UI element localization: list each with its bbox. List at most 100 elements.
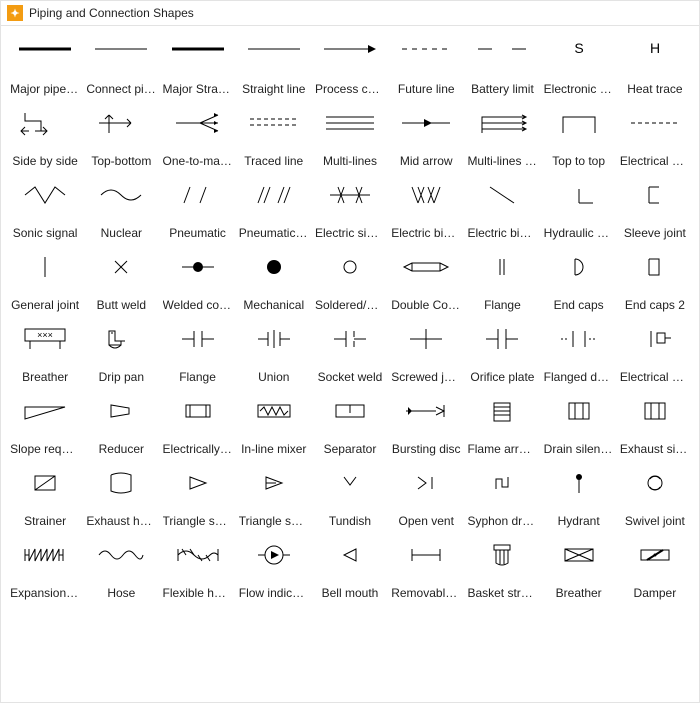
shape-swivel-joint[interactable]: Swivel joint	[617, 462, 693, 534]
top-to-top-icon	[549, 106, 609, 140]
shape-strainer[interactable]: Strainer	[7, 462, 83, 534]
shape-side-by-side[interactable]: Side by side	[7, 102, 83, 174]
shape-syphon-drain[interactable]: Syphon drain	[464, 462, 540, 534]
shape-flexible-hose[interactable]: Flexible hose	[159, 534, 235, 606]
shape-end-caps[interactable]: End caps	[541, 246, 617, 318]
shape-removable[interactable]: Removable spool	[388, 534, 464, 606]
shape-traced-line[interactable]: Traced line	[236, 102, 312, 174]
shape-screwed[interactable]: Screwed joint	[388, 318, 464, 390]
shape-top-bottom[interactable]: Top-bottom	[83, 102, 159, 174]
shape-bell-mouth[interactable]: Bell mouth	[312, 534, 388, 606]
traced-line-icon	[244, 106, 304, 140]
shape-triangle-sep[interactable]: Triangle separator	[159, 462, 235, 534]
shape-pneumatic[interactable]: Pneumatic	[159, 174, 235, 246]
shape-electric-binary2[interactable]: Electric binary 2	[464, 174, 540, 246]
shape-flame-arrester[interactable]: Flame arrester	[464, 390, 540, 462]
shape-one-to-many[interactable]: One-to-many	[159, 102, 235, 174]
shape-flow-indicator[interactable]: Flow indicator	[236, 534, 312, 606]
shape-exhaust-head[interactable]: Exhaust head	[83, 462, 159, 534]
general-joint-icon	[15, 250, 75, 284]
shape-reducer[interactable]: Reducer	[83, 390, 159, 462]
shape-basket-strainer[interactable]: Basket strainer	[464, 534, 540, 606]
shape-sleeve-joint[interactable]: Sleeve joint	[617, 174, 693, 246]
shape-mechanical[interactable]: Mechanical	[236, 246, 312, 318]
in-line-mixer-icon	[244, 394, 304, 428]
multi-lines-arrow-icon	[472, 106, 532, 140]
shape-multi-lines-arrow[interactable]: Multi-lines arrow	[464, 102, 540, 174]
shape-end-caps-2[interactable]: End caps 2	[617, 246, 693, 318]
welded-conn-icon	[168, 250, 228, 284]
shape-label: Flame arrester	[467, 442, 537, 456]
battery-limit-icon	[472, 34, 532, 68]
shape-process-connection[interactable]: Process connection	[312, 30, 388, 102]
shape-damper[interactable]: Damper	[617, 534, 693, 606]
shape-electrically[interactable]: Electrically insulated	[159, 390, 235, 462]
shape-flange[interactable]: Flange	[464, 246, 540, 318]
mid-arrow-icon	[396, 106, 456, 140]
shape-general-joint[interactable]: General joint	[7, 246, 83, 318]
shape-expansion[interactable]: Expansion joint	[7, 534, 83, 606]
shape-hydraulic[interactable]: Hydraulic signal	[541, 174, 617, 246]
shape-future-line[interactable]: Future line	[388, 30, 464, 102]
shape-drip-pan[interactable]: Drip pan	[83, 318, 159, 390]
end-caps-icon	[549, 250, 609, 284]
shape-bursting[interactable]: Bursting disc	[388, 390, 464, 462]
shape-flanged-dummy[interactable]: Flanged dummy	[541, 318, 617, 390]
shape-mid-arrow[interactable]: Mid arrow	[388, 102, 464, 174]
shape-electric-binary[interactable]: Electric binary	[388, 174, 464, 246]
shape-union[interactable]: Union	[236, 318, 312, 390]
electric-signal-icon	[320, 178, 380, 212]
shape-label: Mechanical	[239, 298, 309, 312]
expansion-icon	[15, 538, 75, 572]
shape-heat-trace[interactable]: HHeat trace	[617, 30, 693, 102]
shape-hydrant[interactable]: Hydrant	[541, 462, 617, 534]
shape-label: Breather	[544, 586, 614, 600]
shape-label: Flange	[163, 370, 233, 384]
shape-in-line-mixer[interactable]: In-line mixer	[236, 390, 312, 462]
sleeve-joint-icon	[625, 178, 685, 212]
shape-label: Mid arrow	[391, 154, 461, 168]
shape-label: Heat trace	[620, 82, 690, 96]
shape-electrical-connect[interactable]: Electrical connection	[617, 102, 693, 174]
shape-triangle-sep2[interactable]: Triangle separator 2	[236, 462, 312, 534]
shape-butt-weld[interactable]: Butt weld	[83, 246, 159, 318]
shape-tundish[interactable]: Tundish	[312, 462, 388, 534]
shape-electrical-bonded[interactable]: Electrical bonded	[617, 318, 693, 390]
shape-socket-weld[interactable]: Socket weld	[312, 318, 388, 390]
svg-text:S: S	[574, 40, 583, 56]
shape-welded-conn[interactable]: Welded connection	[159, 246, 235, 318]
shape-nuclear[interactable]: Nuclear	[83, 174, 159, 246]
shape-exhaust-silencer[interactable]: Exhaust silencer	[617, 390, 693, 462]
shape-soldered[interactable]: Soldered/Solvent	[312, 246, 388, 318]
shape-open-vent[interactable]: Open vent	[388, 462, 464, 534]
shape-hose[interactable]: Hose	[83, 534, 159, 606]
shape-pneumatic-binary[interactable]: Pneumatic binary	[236, 174, 312, 246]
shape-label: Hose	[86, 586, 156, 600]
app-icon: ✦	[7, 5, 23, 21]
shape-top-to-top[interactable]: Top to top	[541, 102, 617, 174]
shape-major-pipeline[interactable]: Major pipeline	[7, 30, 83, 102]
shape-straight-line[interactable]: Straight line	[236, 30, 312, 102]
shape-drain-silencer[interactable]: Drain silencer	[541, 390, 617, 462]
shape-multi-lines[interactable]: Multi-lines	[312, 102, 388, 174]
shape-label: Open vent	[391, 514, 461, 528]
shape-label: Removable spool	[391, 586, 461, 600]
shape-breather[interactable]: ×××Breather	[7, 318, 83, 390]
one-to-many-icon	[168, 106, 228, 140]
shape-major-straight[interactable]: Major Straight	[159, 30, 235, 102]
shape-connect-pipeline[interactable]: Connect pipeline	[83, 30, 159, 102]
shape-breather-2[interactable]: Breather	[541, 534, 617, 606]
shape-slope-req[interactable]: Slope required	[7, 390, 83, 462]
shape-battery-limit[interactable]: Battery limit	[464, 30, 540, 102]
shape-label: Welded connection	[163, 298, 233, 312]
shape-separator[interactable]: Separator	[312, 390, 388, 462]
shape-electronic-serial[interactable]: SElectronic serial	[541, 30, 617, 102]
drain-silencer-icon	[549, 394, 609, 428]
exhaust-silencer-icon	[625, 394, 685, 428]
shape-sonic-signal[interactable]: Sonic signal	[7, 174, 83, 246]
shape-flange-2[interactable]: Flange	[159, 318, 235, 390]
shape-orifice-plate[interactable]: Orifice plate	[464, 318, 540, 390]
basket-strainer-icon	[472, 538, 532, 572]
shape-double-containment[interactable]: Double Containment	[388, 246, 464, 318]
shape-electric-signal[interactable]: Electric signal	[312, 174, 388, 246]
